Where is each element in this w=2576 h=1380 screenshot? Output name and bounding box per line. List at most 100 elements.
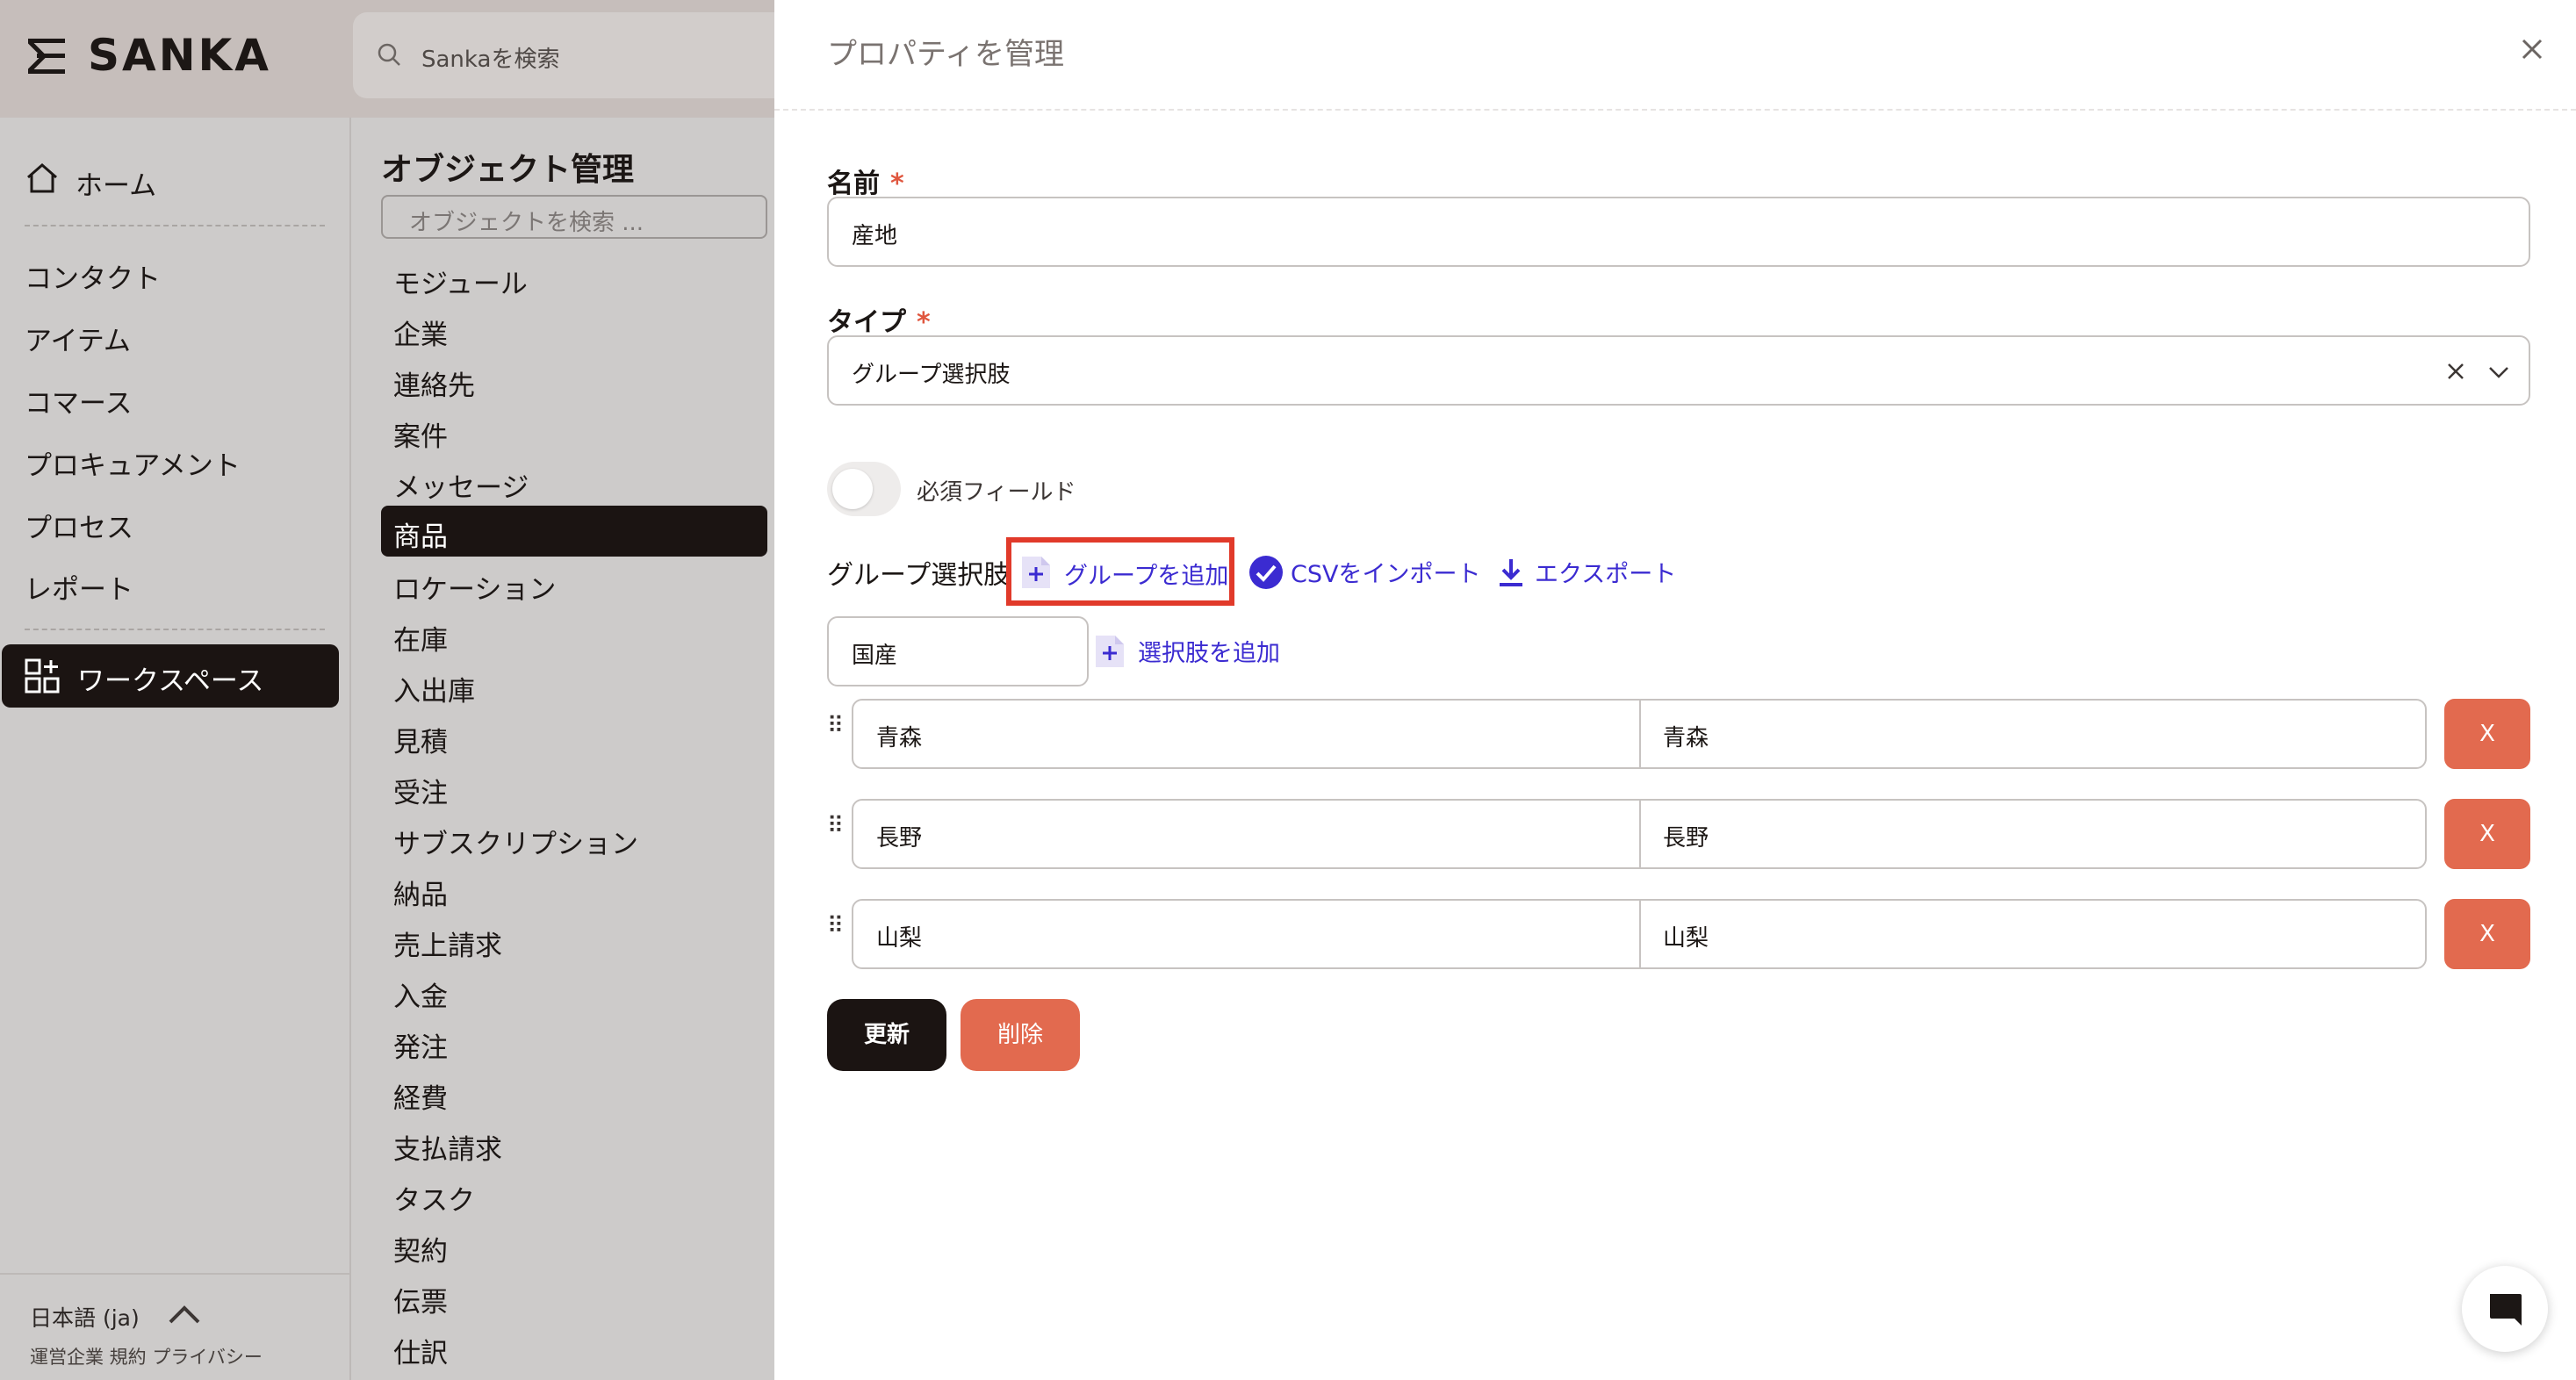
object-item-subscription[interactable]: サブスクリプション — [393, 822, 638, 861]
chevron-down-icon[interactable] — [2485, 360, 2513, 385]
add-option-link[interactable]: 選択肢を追加 — [1138, 634, 1280, 668]
option-divider — [1639, 701, 1641, 767]
object-item-label: 商品 — [393, 521, 448, 553]
add-document-icon[interactable] — [1094, 634, 1126, 669]
object-management-panel: オブジェクト管理 オブジェクトを検索 ... モジュール 企業 連絡先 案件 メ… — [349, 118, 774, 1380]
drag-handle-icon[interactable]: ⠿ — [827, 913, 844, 939]
group-name-value: 国産 — [852, 643, 898, 669]
object-search-placeholder: オブジェクトを検索 ... — [409, 210, 644, 236]
object-item-order[interactable]: 受注 — [393, 771, 448, 810]
drawer-title: プロパティを管理 — [827, 37, 1064, 72]
nav-reports[interactable]: レポート — [25, 567, 133, 607]
nav-divider — [25, 629, 325, 630]
name-input[interactable]: 産地 — [827, 197, 2530, 267]
global-search-input[interactable]: Sankaを検索 — [353, 12, 774, 98]
option-row: 長野 長野 — [852, 799, 2427, 869]
option-label-input[interactable]: 山梨 — [876, 920, 922, 952]
object-item-company[interactable]: 企業 — [393, 313, 448, 352]
check-circle-icon[interactable] — [1248, 555, 1284, 590]
toggle-knob — [832, 469, 873, 509]
footer-links[interactable]: 運営企業 規約 プライバシー — [30, 1343, 263, 1369]
object-item-expense[interactable]: 経費 — [393, 1076, 448, 1116]
object-item-bill[interactable]: 支払請求 — [393, 1127, 502, 1167]
option-divider — [1639, 801, 1641, 867]
group-name-input[interactable]: 国産 — [827, 616, 1089, 686]
name-label-text: 名前 — [827, 169, 880, 199]
add-group-button[interactable]: グループを追加 — [1006, 537, 1234, 606]
name-field-label: 名前 * — [827, 162, 904, 200]
clear-icon[interactable] — [2443, 358, 2469, 385]
app-sidebar: SANKA ホーム コンタクト アイテム コマース プロキュアメント プロセス … — [0, 0, 349, 1380]
remove-option-button[interactable]: X — [2444, 699, 2530, 769]
nav-items[interactable]: アイテム — [25, 319, 131, 358]
object-item-deal[interactable]: 案件 — [393, 414, 448, 454]
nav-home[interactable]: ホーム — [76, 163, 156, 203]
search-icon — [378, 43, 400, 66]
object-item-journal[interactable]: 仕訳 — [393, 1331, 448, 1370]
object-item-slip[interactable]: 伝票 — [393, 1280, 448, 1319]
option-value-input[interactable]: 長野 — [1663, 820, 1709, 852]
option-value-input[interactable]: 山梨 — [1663, 920, 1709, 952]
brand-bar: SANKA — [0, 0, 349, 118]
csv-import-link[interactable]: CSVをインポート — [1291, 555, 1480, 589]
nav-workspace-label: ワークスペース — [77, 665, 264, 697]
remove-option-button[interactable]: X — [2444, 799, 2530, 869]
object-management-title: オブジェクト管理 — [381, 152, 635, 188]
object-item-payment[interactable]: 入金 — [393, 974, 448, 1014]
nav-commerce[interactable]: コマース — [25, 381, 132, 420]
drag-handle-icon[interactable]: ⠿ — [827, 813, 844, 839]
object-search-input[interactable]: オブジェクトを検索 ... — [381, 195, 767, 239]
add-group-label: グループを追加 — [1064, 563, 1229, 590]
option-label-input[interactable]: 長野 — [876, 820, 922, 852]
manage-property-drawer: プロパティを管理 名前 * 産地 タイプ * グループ選択肢 必須フィールド グルー… — [774, 0, 2576, 1380]
update-button[interactable]: 更新 — [827, 999, 946, 1071]
type-field-label: タイプ * — [827, 300, 931, 339]
object-item-task[interactable]: タスク — [393, 1178, 475, 1218]
chat-bubble-icon — [2490, 1294, 2522, 1326]
option-label-input[interactable]: 青森 — [876, 720, 922, 752]
required-field-label: 必須フィールド — [917, 479, 1076, 506]
home-icon — [27, 163, 57, 193]
object-item-delivery[interactable]: 納品 — [393, 873, 448, 912]
object-item-inventory[interactable]: 在庫 — [393, 618, 448, 658]
nav-divider — [25, 225, 325, 226]
required-marker: * — [917, 307, 931, 338]
export-link[interactable]: エクスポート — [1535, 555, 1676, 589]
search-placeholder: Sankaを検索 — [421, 47, 560, 73]
brand-logo[interactable]: SANKA — [88, 30, 271, 81]
remove-option-button[interactable]: X — [2444, 899, 2530, 969]
drag-handle-icon[interactable]: ⠿ — [827, 713, 844, 739]
object-item-message[interactable]: メッセージ — [393, 465, 529, 505]
download-icon[interactable] — [1496, 557, 1526, 588]
option-row: 山梨 山梨 — [852, 899, 2427, 969]
option-value-input[interactable]: 青森 — [1663, 720, 1709, 752]
workspace-grid-icon — [25, 658, 60, 694]
object-item-product[interactable]: 商品 — [381, 506, 767, 557]
object-item-contract[interactable]: 契約 — [393, 1229, 448, 1269]
chat-widget-button[interactable] — [2462, 1266, 2548, 1352]
object-item-purchase-order[interactable]: 発注 — [393, 1025, 448, 1065]
required-field-toggle[interactable] — [827, 462, 901, 516]
close-icon[interactable] — [2516, 33, 2548, 65]
object-item-stock-movement[interactable]: 入出庫 — [393, 669, 475, 708]
nav-process[interactable]: プロセス — [25, 506, 133, 545]
object-item-module[interactable]: モジュール — [393, 262, 528, 301]
object-item-location[interactable]: ロケーション — [393, 567, 556, 607]
object-item-invoice[interactable]: 売上請求 — [393, 924, 502, 963]
sidebar-footer-divider — [0, 1273, 349, 1275]
nav-contacts[interactable]: コンタクト — [25, 256, 161, 296]
type-select[interactable]: グループ選択肢 — [827, 335, 2530, 406]
name-input-value: 産地 — [852, 223, 898, 249]
option-divider — [1639, 901, 1641, 967]
menu-logo-icon[interactable] — [28, 39, 65, 74]
nav-workspace[interactable]: ワークスペース — [2, 644, 339, 708]
type-select-value: グループ選択肢 — [852, 362, 1011, 388]
language-selector[interactable]: 日本語 (ja) — [30, 1301, 140, 1333]
chevron-up-icon[interactable] — [167, 1303, 202, 1327]
object-item-contact[interactable]: 連絡先 — [393, 363, 475, 403]
delete-button[interactable]: 削除 — [961, 999, 1080, 1071]
nav-procurement[interactable]: プロキュアメント — [25, 443, 241, 483]
object-item-estimate[interactable]: 見積 — [393, 720, 448, 759]
option-row: 青森 青森 — [852, 699, 2427, 769]
group-choices-label: グループ選択肢 — [827, 560, 1011, 591]
